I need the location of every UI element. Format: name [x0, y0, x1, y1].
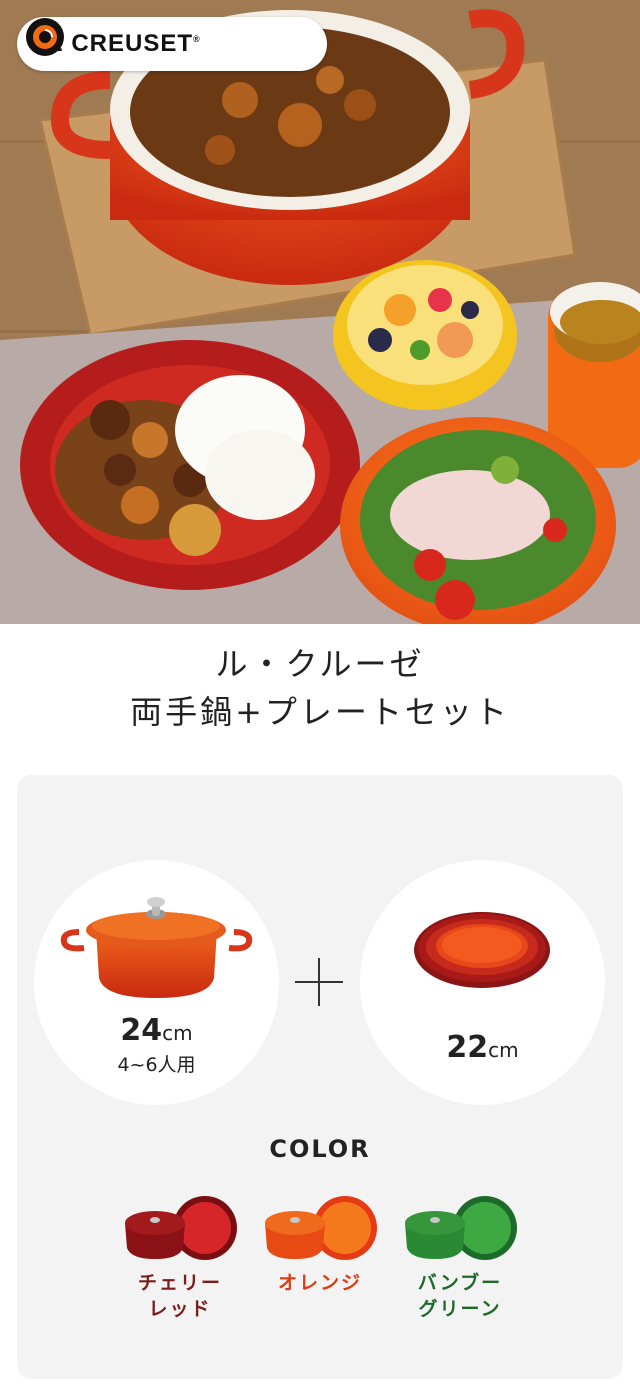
hero-photo: LE CREUSET®	[0, 0, 640, 624]
plate-size-label: 22cm	[360, 1030, 605, 1065]
title-line-1: ル・クルーゼ	[215, 645, 425, 683]
hero-scene	[0, 0, 640, 624]
plate-size-unit: cm	[488, 1038, 519, 1062]
plate-card	[360, 860, 605, 1105]
color-heading: COLOR	[269, 1135, 371, 1163]
pot-size-number: 24	[120, 1013, 163, 1048]
plate-image	[414, 912, 550, 988]
color-swatch-bamboo-green[interactable]	[395, 1193, 525, 1263]
color-swatch-orange[interactable]	[255, 1193, 385, 1263]
pot-servings: 4~6人用	[117, 1054, 196, 1076]
title-line-2: 両手鍋+プレートセット	[130, 693, 510, 731]
product-title: ル・クルーゼ 両手鍋+プレートセット	[0, 640, 640, 736]
set-contents-panel: 24cm 4~6人用 22cm COLOR チェリー レッド オレンジ バンブー…	[17, 775, 623, 1379]
color-label-cherry-red: チェリー レッド	[137, 1272, 222, 1320]
brand-logo: LE CREUSET®	[17, 17, 327, 71]
color-label-orange: オレンジ	[277, 1272, 362, 1294]
pot-size-label: 24cm 4~6人用	[34, 1013, 279, 1077]
pot-size-unit: cm	[162, 1021, 193, 1045]
plate-size-number: 22	[446, 1030, 489, 1065]
color-swatch-cherry-red[interactable]	[115, 1193, 245, 1263]
plus-icon	[295, 958, 343, 1006]
color-label-bamboo-green: バンブー グリーン	[417, 1272, 503, 1320]
brand-mark-icon	[26, 18, 64, 56]
